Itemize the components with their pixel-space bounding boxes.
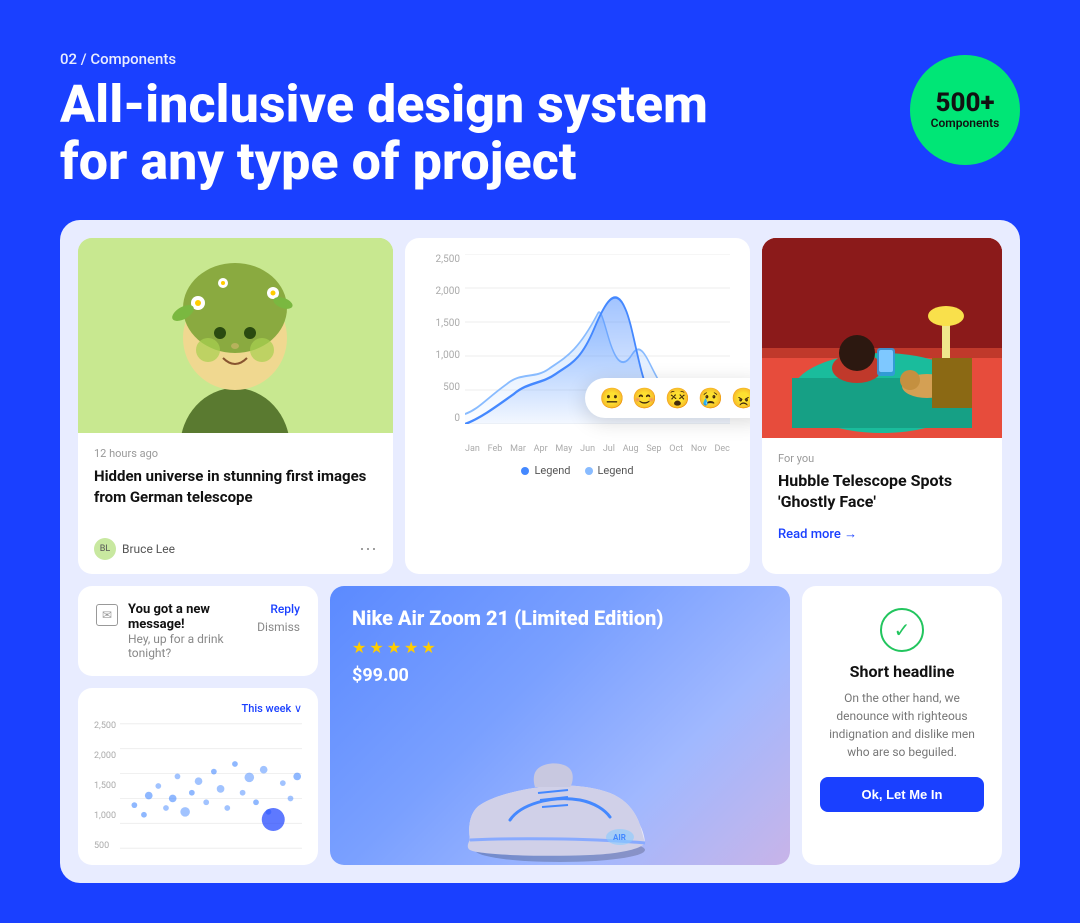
main-title: All-inclusive design system for any type… <box>60 76 740 190</box>
scatter-y-2500: 2,500 <box>94 721 116 731</box>
scatter-y-1500: 1,500 <box>94 781 116 791</box>
chart-legend: Legend Legend <box>425 464 730 477</box>
x-mar: Mar <box>510 444 526 454</box>
scatter-content: 2,500 2,000 1,500 1,000 500 <box>94 721 302 851</box>
scatter-header: This week ∨ <box>94 702 302 715</box>
article-card: 12 hours ago Hidden universe in stunning… <box>78 238 393 574</box>
cta-body: On the other hand, we denounce with righ… <box>820 689 984 761</box>
bottom-row: ✉ You got a new message! Hey, up for a d… <box>78 586 1002 865</box>
subtitle: 02 / Components <box>60 50 1020 68</box>
scatter-y-1000: 1,000 <box>94 811 116 821</box>
header-section: 02 / Components All-inclusive design sys… <box>60 50 1020 190</box>
scatter-card: This week ∨ 2,500 2,000 1,500 1,000 500 <box>78 688 318 865</box>
x-jun: Jun <box>580 444 595 454</box>
more-button[interactable]: ⋯ <box>359 539 377 560</box>
star-3: ★ <box>387 638 401 657</box>
product-card: Nike Air Zoom 21 (Limited Edition) ★ ★ ★… <box>330 586 790 865</box>
x-jan: Jan <box>465 444 480 454</box>
star-4: ★ <box>404 638 418 657</box>
dismiss-button[interactable]: Dismiss <box>257 620 300 634</box>
y-label-500: 500 <box>425 382 460 393</box>
emoji-happy[interactable]: 😊 <box>632 386 657 410</box>
svg-text:AIR: AIR <box>613 833 626 842</box>
emoji-angry[interactable]: 😠 <box>731 386 750 410</box>
article-timestamp: 12 hours ago <box>94 447 377 460</box>
message-title: You got a new message! <box>128 602 247 632</box>
message-content: You got a new message! Hey, up for a dri… <box>128 602 247 660</box>
reply-button[interactable]: Reply <box>270 602 300 616</box>
legend-1: Legend <box>521 464 570 477</box>
message-body: Hey, up for a drink tonight? <box>128 632 247 660</box>
news-image <box>762 238 1002 438</box>
x-dec: Dec <box>715 444 730 454</box>
stars: ★ ★ ★ ★ ★ <box>352 638 768 657</box>
emoji-neutral[interactable]: 😐 <box>599 386 624 410</box>
message-row: ✉ You got a new message! Hey, up for a d… <box>96 602 300 660</box>
news-body: For you Hubble Telescope Spots 'Ghostly … <box>762 438 1002 556</box>
article-body: 12 hours ago Hidden universe in stunning… <box>78 433 393 538</box>
news-title: Hubble Telescope Spots 'Ghostly Face' <box>778 471 986 513</box>
x-apr: Apr <box>534 444 548 454</box>
x-may: May <box>555 444 572 454</box>
x-nov: Nov <box>691 444 707 454</box>
message-actions: Reply Dismiss <box>257 602 300 634</box>
shoe-svg: AIR <box>450 755 670 865</box>
legend-label-2: Legend <box>598 464 634 477</box>
message-card: ✉ You got a new message! Hey, up for a d… <box>78 586 318 676</box>
scatter-y-500: 500 <box>94 841 116 851</box>
badge-number: 500+ <box>935 90 994 116</box>
x-feb: Feb <box>488 444 503 454</box>
y-label-2500: 2,500 <box>425 254 460 265</box>
news-card: For you Hubble Telescope Spots 'Ghostly … <box>762 238 1002 574</box>
read-more-link[interactable]: Read more → <box>778 527 857 542</box>
emoji-bar[interactable]: 😐 😊 😵 😢 😠 <box>585 378 750 418</box>
top-row: 12 hours ago Hidden universe in stunning… <box>78 238 1002 574</box>
cards-container: 12 hours ago Hidden universe in stunning… <box>60 220 1020 883</box>
shoe-area: AIR <box>352 696 768 865</box>
for-you-label: For you <box>778 452 986 465</box>
article-footer: BL Bruce Lee ⋯ <box>78 538 393 574</box>
cta-button[interactable]: Ok, Let Me In <box>820 777 984 812</box>
author-info: BL Bruce Lee <box>94 538 175 560</box>
check-icon: ✓ <box>894 618 911 642</box>
emoji-sad[interactable]: 😢 <box>698 386 723 410</box>
star-1: ★ <box>352 638 366 657</box>
x-oct: Oct <box>669 444 683 454</box>
y-label-1000: 1,000 <box>425 350 460 361</box>
author-avatar: BL <box>94 538 116 560</box>
x-sep: Sep <box>646 444 661 454</box>
emoji-dizzy[interactable]: 😵 <box>665 386 690 410</box>
star-2: ★ <box>369 638 383 657</box>
x-aug: Aug <box>623 444 639 454</box>
cta-title: Short headline <box>850 662 955 681</box>
legend-2: Legend <box>585 464 634 477</box>
product-price: $99.00 <box>352 665 768 686</box>
scatter-y-2000: 2,000 <box>94 751 116 761</box>
y-label-2000: 2,000 <box>425 286 460 297</box>
scatter-y-labels: 2,500 2,000 1,500 1,000 500 <box>94 721 120 851</box>
cta-card: ✓ Short headline On the other hand, we d… <box>802 586 1002 865</box>
chart-y-labels: 2,500 2,000 1,500 1,000 500 0 <box>425 254 460 424</box>
star-5: ★ <box>421 638 435 657</box>
chart-card: 2,500 2,000 1,500 1,000 500 0 <box>405 238 750 574</box>
product-title: Nike Air Zoom 21 (Limited Edition) <box>352 606 768 630</box>
author-name: Bruce Lee <box>122 542 175 556</box>
chart-area: 2,500 2,000 1,500 1,000 500 0 <box>425 254 730 454</box>
message-icon: ✉ <box>96 604 118 626</box>
legend-dot-2 <box>585 467 593 475</box>
legend-label-1: Legend <box>534 464 570 477</box>
chart-x-labels: Jan Feb Mar Apr May Jun Jul Aug Sep Oct … <box>465 444 730 454</box>
scatter-svg <box>120 721 302 851</box>
check-circle: ✓ <box>880 608 924 652</box>
badge-circle: 500+ Components <box>910 55 1020 165</box>
article-title: Hidden universe in stunning first images… <box>94 466 377 508</box>
x-jul: Jul <box>603 444 615 454</box>
y-label-0: 0 <box>425 413 460 424</box>
this-week-button[interactable]: This week ∨ <box>242 702 302 715</box>
article-image <box>78 238 393 433</box>
left-column: ✉ You got a new message! Hey, up for a d… <box>78 586 318 865</box>
y-label-1500: 1,500 <box>425 318 460 329</box>
legend-dot-1 <box>521 467 529 475</box>
badge-label: Components <box>931 116 1000 130</box>
